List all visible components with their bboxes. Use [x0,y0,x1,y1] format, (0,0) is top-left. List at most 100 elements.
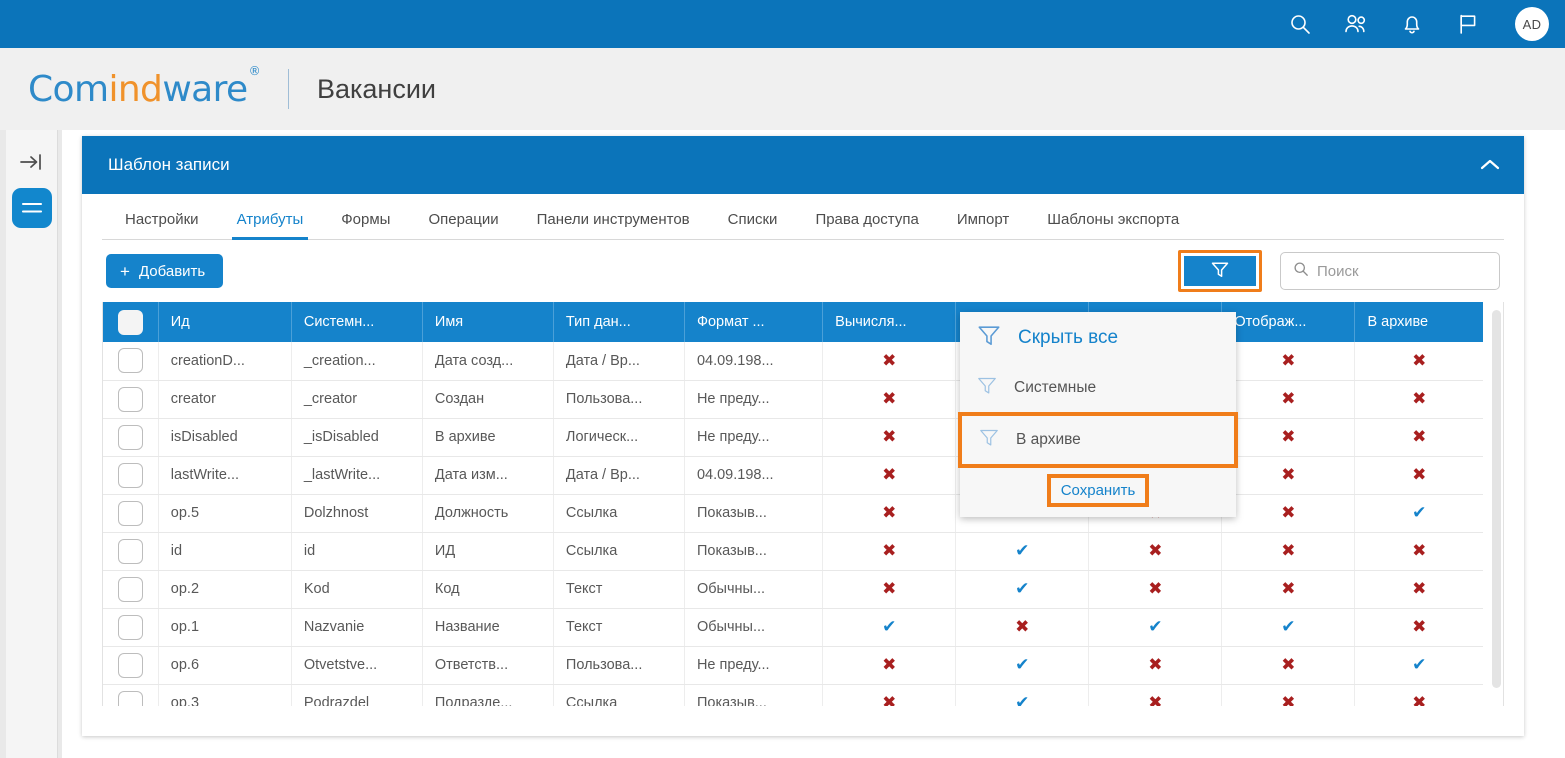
cell-format: 04.09.198... [684,342,824,381]
flag-icon[interactable] [1455,11,1481,37]
table-row[interactable]: op.5DolzhnostДолжностьСсылкаПоказыв... ✖ ✔… [103,494,1483,533]
add-button-label: Добавить [138,262,206,280]
row-checkbox[interactable] [117,538,143,564]
row-checkbox[interactable] [117,614,143,640]
top-navigation-bar: AD [0,0,1565,48]
row-checkbox[interactable] [117,386,143,412]
row-checkbox[interactable] [117,652,143,678]
cross-icon: ✖ [882,389,897,408]
cell-mark-cross: ✖ [1221,646,1356,685]
dropdown-item-hide-all[interactable]: Скрыть все [960,312,1236,364]
cell-id: op.5 [158,494,292,533]
cell-system-name: id [291,532,423,571]
table-row[interactable]: op.2 Kod Код Текст Обычны... ✖ ✔ ✖ ✖ ✖ [103,570,1483,609]
expand-right-icon[interactable] [12,144,52,180]
row-checkbox[interactable] [117,576,143,602]
cross-icon: ✖ [882,541,897,560]
save-link[interactable]: Сохранить [1055,480,1142,501]
tab-atributy[interactable]: Атрибуты [218,211,323,240]
row-select-cell[interactable] [103,494,159,533]
select-all-checkbox[interactable] [117,309,143,335]
cross-icon: ✖ [1281,503,1296,522]
cell-system-name: _creator [291,380,423,419]
cross-icon: ✖ [1148,655,1163,674]
cross-icon: ✖ [1281,579,1296,598]
dropdown-save-row: Сохранить [960,468,1236,511]
search-icon[interactable] [1287,11,1313,37]
table-row[interactable]: creationD... _creation... Дата созд... Дата… [103,342,1483,381]
row-select-cell[interactable] [103,456,159,495]
row-checkbox[interactable] [117,462,143,488]
search-box[interactable] [1280,252,1500,290]
row-checkbox[interactable] [117,424,143,450]
cell-data-type: Дата / Вр... [553,342,685,381]
table-row[interactable]: op.6 Otvetstve... Ответств... Пользова... Не… [103,646,1483,685]
table-row[interactable]: lastWrite... _lastWrite... Дата изм... Дата… [103,456,1483,495]
cell-mark-check: ✔ [1354,494,1483,533]
cell-mark-cross: ✖ [822,684,957,706]
cell-name: Название [422,608,554,647]
select-all-header[interactable] [103,302,159,342]
cell-id: lastWrite... [158,456,292,495]
cross-icon: ✖ [1281,350,1296,370]
table-row[interactable]: creator _creator Создан Пользова... Не преду… [103,380,1483,419]
table-vertical-scrollbar[interactable] [1492,310,1501,688]
panel-body: Настройки Атрибуты Формы Операции Панели… [82,194,1524,706]
cell-name: ИД [422,532,554,571]
tab-operacii[interactable]: Операции [409,211,517,239]
tab-spiski[interactable]: Списки [709,211,797,239]
comindware-logo[interactable]: Comindware® [28,64,261,110]
row-select-cell[interactable] [103,342,159,381]
search-input[interactable] [1317,262,1487,280]
hamburger-menu-icon[interactable] [12,188,52,228]
dropdown-item-archived[interactable]: В архиве [962,416,1234,464]
tab-prava-dostupa[interactable]: Права доступа [796,211,937,239]
row-select-cell[interactable] [103,418,159,457]
cell-data-type: Пользова... [553,380,685,419]
people-icon[interactable] [1343,11,1369,37]
column-header-system-name[interactable]: Системн... [291,302,423,342]
table-row[interactable]: op.3 Podrazdel Подразде... Ссылка Показыв...… [103,684,1483,706]
table-row[interactable]: isDisabled _isDisabled В архиве Логическ...… [103,418,1483,457]
cell-format: 04.09.198... [684,456,824,495]
cell-format: Обычны... [684,608,824,647]
cell-mark-check: ✔ [955,570,1090,609]
row-select-cell[interactable] [103,380,159,419]
tab-shablony-eksporta[interactable]: Шаблоны экспорта [1028,211,1198,239]
row-select-cell[interactable] [103,684,159,706]
column-header-format[interactable]: Формат ... [684,302,824,342]
row-select-cell[interactable] [103,646,159,685]
column-header-name[interactable]: Имя [422,302,554,342]
check-icon: ✔ [1015,655,1030,674]
add-button[interactable]: + Добавить [106,254,224,288]
table-row[interactable]: op.1 Nazvanie Название Текст Обычны... ✔ ✖ ✔ ✔ ✖ [103,608,1483,647]
cross-icon: ✖ [1412,465,1427,484]
cell-data-type: Текст [553,608,685,647]
row-select-cell[interactable] [103,608,159,647]
column-header-archived[interactable]: В архиве [1354,302,1483,342]
chevron-up-icon[interactable] [1478,157,1502,173]
column-header-displayed[interactable]: Отображ... [1221,302,1356,342]
bell-icon[interactable] [1399,11,1425,37]
row-checkbox[interactable] [117,500,143,526]
filter-button[interactable] [1184,256,1256,286]
tab-paneli-instrumentov[interactable]: Панели инструментов [518,211,709,239]
tab-formy[interactable]: Формы [322,211,409,239]
row-checkbox[interactable] [117,690,143,706]
dropdown-item-system[interactable]: Системные [960,364,1236,412]
avatar[interactable]: AD [1515,7,1549,41]
column-header-calculated[interactable]: Вычисля... [822,302,957,342]
row-select-cell[interactable] [103,570,159,609]
cross-icon: ✖ [1148,579,1163,598]
row-checkbox[interactable] [117,348,143,374]
cross-icon: ✖ [882,427,897,446]
table-row[interactable]: id id ИД Ссылка Показыв... ✖ ✔ ✖ ✖ ✖ [103,532,1483,571]
cell-id: creationD... [158,342,292,381]
tab-nastroyki[interactable]: Настройки [106,211,218,239]
tab-import[interactable]: Импорт [938,211,1028,239]
cell-id: op.6 [158,646,292,685]
registered-trademark-icon: ® [248,63,261,78]
row-select-cell[interactable] [103,532,159,571]
column-header-data-type[interactable]: Тип дан... [553,302,685,342]
column-header-id[interactable]: Ид [158,302,292,342]
